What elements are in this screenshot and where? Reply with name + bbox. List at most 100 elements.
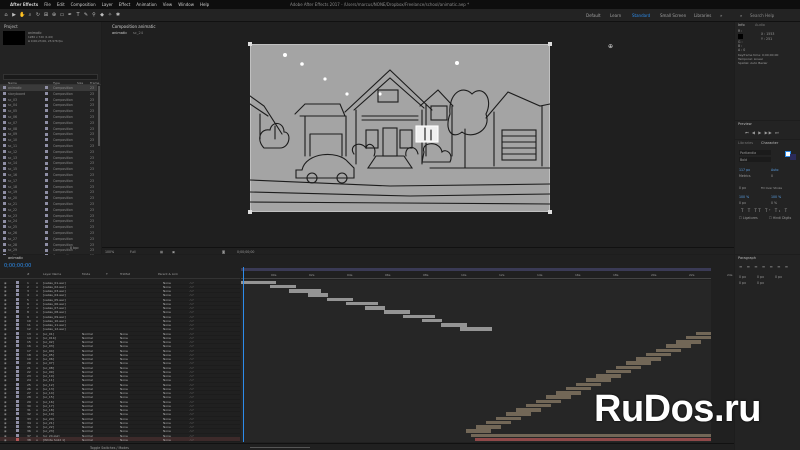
layer-duration-bar[interactable] (384, 310, 410, 314)
label-color-swatch[interactable] (16, 323, 19, 327)
layer-duration-bar[interactable] (616, 365, 641, 369)
layer-name[interactable]: [White Solid 1] (43, 438, 65, 442)
label-color-swatch[interactable] (16, 382, 19, 386)
indent-first-value[interactable]: 0 px (775, 275, 782, 279)
layer-duration-bar[interactable] (626, 361, 651, 365)
camera-tool-icon[interactable]: ⊞ (43, 12, 49, 18)
align-buttons[interactable]: ≡ ≡ ≡ ≡ ≡ ≡ ≡ (739, 264, 790, 269)
layer-duration-bar[interactable] (666, 344, 691, 348)
zoom-slider[interactable] (250, 447, 310, 448)
tsume-value[interactable]: 0 % (771, 201, 777, 205)
layer-duration-bar[interactable] (475, 437, 711, 442)
project-item[interactable]: sc_28 Composition 23 (0, 242, 97, 248)
workspace-small-screen[interactable]: Small Screen (660, 13, 686, 18)
project-item[interactable]: storyboard Composition 23 (0, 91, 97, 97)
baseline-shift-value[interactable]: 0 px (739, 201, 746, 205)
puppet-tool-icon[interactable]: ✱ (115, 12, 121, 18)
zoom-tool-icon[interactable]: ⌕ (27, 12, 33, 18)
label-color-swatch[interactable] (16, 391, 19, 395)
layer-duration-bar[interactable] (403, 314, 435, 318)
libraries-tab[interactable]: Libraries (738, 141, 753, 145)
workspace-default[interactable]: Default (586, 13, 601, 18)
layer-duration-bar[interactable] (308, 293, 328, 297)
col-layer-name[interactable]: Layer Name (43, 272, 61, 276)
font-select[interactable]: Portlandia (739, 150, 771, 155)
project-item[interactable]: sc_13 Composition 23 (0, 155, 97, 161)
layer-duration-bar[interactable] (696, 331, 711, 335)
label-color-swatch[interactable] (16, 416, 19, 420)
project-item[interactable]: sc_16 Composition 23 (0, 172, 97, 178)
info-tab[interactable]: Info (738, 23, 745, 27)
layer-duration-bar[interactable] (270, 284, 296, 289)
layer-duration-bar[interactable] (422, 318, 442, 323)
project-item[interactable]: sc_21 Composition 23 (0, 201, 97, 207)
hindi-digits-checkbox[interactable]: ☐ Hindi Digits (769, 216, 791, 220)
menu-edit[interactable]: Edit (57, 2, 65, 7)
workspace-libraries[interactable]: Libraries (694, 13, 711, 18)
indent-left-value[interactable]: 0 px (739, 275, 746, 279)
layer-duration-bar[interactable] (476, 425, 501, 429)
kerning-value[interactable]: Metrics (739, 174, 751, 178)
project-item[interactable]: sc_18 Composition 23 (0, 184, 97, 190)
hand-tool-icon[interactable]: ✋ (19, 12, 25, 18)
label-color-swatch[interactable] (16, 293, 19, 297)
eraser-tool-icon[interactable]: ◆ (99, 12, 105, 18)
project-item[interactable]: sc_24 Composition 23 (0, 218, 97, 224)
label-color-swatch[interactable] (16, 280, 19, 284)
viewer-handle-bl[interactable] (248, 210, 252, 214)
playback-controls[interactable]: ⏮ ◀ ▶ ▶▶ ⏭ (745, 130, 780, 135)
project-item[interactable]: sc_05 Composition 23 (0, 108, 97, 114)
label-color-swatch[interactable] (16, 348, 19, 352)
project-item[interactable]: sc_26 Composition 23 (0, 230, 97, 236)
label-color-swatch[interactable] (16, 437, 19, 441)
stroke-width-value[interactable]: 0 px (739, 186, 746, 190)
label-color-swatch[interactable] (16, 327, 19, 331)
project-item[interactable]: sc_23 Composition 23 (0, 213, 97, 219)
workspace-learn[interactable]: Learn (610, 13, 621, 18)
layer-trkmat[interactable]: None (120, 438, 128, 442)
menu-effect[interactable]: Effect (119, 2, 131, 7)
search-help-input[interactable]: Search Help (750, 13, 774, 18)
preview-tab[interactable]: Preview (738, 122, 752, 126)
zoom-select[interactable]: 100% (105, 250, 114, 254)
style-select[interactable]: Bold (739, 157, 771, 162)
timecode-display[interactable]: 0;00;00;00 (237, 250, 254, 254)
brush-tool-icon[interactable]: ✎ (83, 12, 89, 18)
layer-duration-bar[interactable] (441, 323, 467, 327)
label-color-swatch[interactable] (16, 314, 19, 318)
layer-duration-bar[interactable] (656, 348, 681, 352)
home-icon[interactable]: ⌂ (3, 12, 9, 18)
layer-row[interactable]: ◉ 38 ▫ [White Solid 1] Normal None None … (0, 437, 240, 442)
menu-view[interactable]: View (163, 2, 173, 7)
project-tab[interactable]: Project (4, 24, 18, 29)
project-item[interactable]: sc_04 Composition 23 (0, 102, 97, 108)
viewer-handle-tl[interactable] (248, 42, 252, 46)
menu-animation[interactable]: Animation (136, 2, 156, 7)
workspace-standard[interactable]: Standard (632, 13, 650, 18)
roto-tool-icon[interactable]: ✧ (107, 12, 113, 18)
label-color-swatch[interactable] (16, 284, 19, 288)
label-color-swatch[interactable] (16, 425, 19, 429)
stroke-color-swatch[interactable] (790, 154, 796, 160)
pan-behind-tool-icon[interactable]: ⊕ (51, 12, 57, 18)
label-color-swatch[interactable] (16, 429, 19, 433)
label-color-swatch[interactable] (16, 357, 19, 361)
label-color-swatch[interactable] (16, 386, 19, 390)
label-color-swatch[interactable] (16, 352, 19, 356)
menu-layer[interactable]: Layer (102, 2, 113, 7)
viewer-handle-br[interactable] (548, 210, 552, 214)
label-color-swatch[interactable] (16, 306, 19, 310)
label-color-swatch[interactable] (16, 433, 19, 437)
project-item[interactable]: sc_22 Composition 23 (0, 207, 97, 213)
layer-duration-bar[interactable] (586, 378, 611, 382)
layer-duration-bar[interactable] (536, 399, 561, 403)
layer-duration-bar[interactable] (327, 297, 353, 301)
workspace-overflow-icon[interactable]: » (720, 13, 722, 18)
project-item[interactable]: sc_27 Composition 23 (0, 236, 97, 242)
label-color-swatch[interactable] (16, 344, 19, 348)
layer-duration-bar[interactable] (516, 408, 541, 412)
project-item[interactable]: sc_10 Composition 23 (0, 137, 97, 143)
eye-icon[interactable]: ◉ (4, 438, 7, 442)
timeline-tab[interactable]: animatic (8, 256, 23, 260)
label-color-swatch[interactable] (16, 374, 19, 378)
